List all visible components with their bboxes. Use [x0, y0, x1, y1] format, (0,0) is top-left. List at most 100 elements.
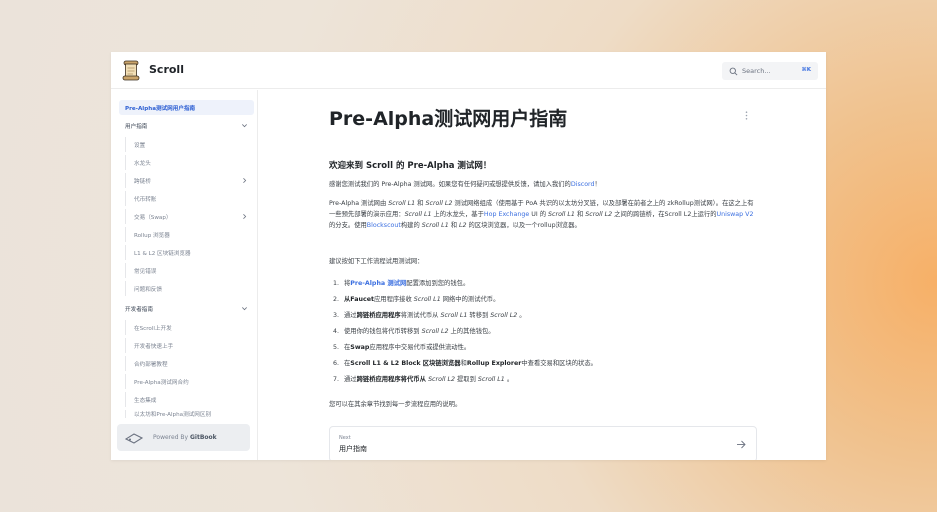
text: Scroll L1 & L2 Block 区块链浏览器: [350, 360, 461, 367]
search-shortcut: ⌘K: [801, 67, 811, 73]
text: 网络中的测试代币。: [440, 296, 500, 303]
chevron-right-icon[interactable]: [241, 177, 248, 184]
text: 应用程序中交易代币或提供流动性。: [369, 344, 471, 351]
list-item: 4. 使用你的钱包将代币转移到 Scroll L2 上的其他钱包。: [333, 326, 495, 335]
hop-exchange-link[interactable]: Hop Exchange: [484, 211, 529, 218]
sidebar-item-label: 合约部署教程: [134, 361, 168, 368]
text: 和: [448, 222, 460, 229]
sidebar-item-block-explorer[interactable]: L1 & L2 区块链浏览器: [125, 245, 254, 260]
sidebar-item-bridge[interactable]: 跨链桥: [125, 173, 254, 188]
text: Scroll L1: [548, 211, 575, 218]
sidebar-item-label: 以太坊和Pre-Alpha测试网区别: [134, 412, 212, 418]
sidebar-item-label: Rollup 浏览器: [134, 232, 170, 239]
text: 通过: [344, 376, 357, 383]
text: Scroll L1: [388, 200, 416, 207]
list-number: 5.: [333, 344, 340, 351]
text: Rollup Explorer: [466, 360, 522, 367]
scroll-logo-icon[interactable]: [122, 60, 140, 81]
discord-link[interactable]: Discord: [571, 181, 595, 188]
pre-alpha-testnet-link[interactable]: Pre-Alpha 测试网: [350, 280, 406, 287]
text: Pre-Alpha 测试网由: [329, 200, 389, 207]
intro-paragraph: 感谢您测试我们的 Pre-Alpha 测试网。如果您有任何疑问或想提供反馈，请加…: [329, 179, 755, 190]
more-options-icon[interactable]: [745, 111, 748, 120]
list-number: 4.: [333, 328, 340, 335]
list-item: 5. 在Swap应用程序中交易代币或提供流动性。: [333, 342, 470, 351]
text: 将测试代币从: [400, 312, 441, 319]
chevron-down-icon[interactable]: [241, 122, 248, 129]
text: Swap: [350, 344, 370, 351]
sidebar-item-rollup-explorer[interactable]: Rollup 浏览器: [125, 227, 254, 242]
sidebar-item-swap[interactable]: 交易（Swap）: [125, 209, 254, 224]
uniswap-link[interactable]: Uniswap V2: [717, 211, 754, 218]
next-label: Next: [339, 435, 351, 441]
sidebar-item-token-transfer[interactable]: 代币转账: [125, 191, 254, 206]
text: 通过: [344, 312, 357, 319]
main-content: Pre-Alpha测试网用户指南 欢迎来到 Scroll 的 Pre-Alpha…: [259, 90, 826, 460]
sidebar-item-feedback[interactable]: 问题和反馈: [125, 281, 254, 296]
text: L2: [459, 222, 467, 229]
text: 。: [504, 376, 514, 383]
text: Scroll L2: [428, 376, 455, 383]
outro-paragraph: 您可以在其余章节找到每一步流程应用的说明。: [329, 401, 462, 408]
sidebar-item-label: 用户指南: [125, 123, 148, 130]
chevron-right-icon[interactable]: [241, 213, 248, 220]
sidebar-item-label: 水龙头: [134, 160, 151, 167]
text: UI 的: [529, 211, 549, 218]
list-item: 7. 通过跨链桥应用程序将代币从 Scroll L2 提取到 Scroll L1 …: [333, 374, 513, 383]
text: 跨链桥应用程序将代币从: [356, 376, 429, 383]
sidebar-item-label: 常见错误: [134, 268, 157, 275]
gitbook-brand: GitBook: [190, 434, 217, 441]
sidebar-item-contracts[interactable]: Pre-Alpha测试网合约: [125, 374, 254, 389]
chevron-down-icon[interactable]: [241, 305, 248, 312]
gitbook-prefix: Powered By: [153, 434, 190, 441]
next-page-card[interactable]: Next 用户指南: [329, 426, 757, 460]
overview-paragraph: Pre-Alpha 测试网由 Scroll L1 和 Scroll L2 测试网…: [329, 198, 755, 231]
sidebar: Pre-Alpha测试网用户指南 用户指南 设置 水龙头 跨链桥 代币转账 交易…: [111, 90, 258, 460]
next-page-title: 用户指南: [339, 445, 367, 453]
sidebar-item-label: 生态集成: [134, 397, 157, 404]
brand-name[interactable]: Scroll: [149, 63, 184, 76]
sidebar-item-quickstart[interactable]: 开发者快速上手: [125, 338, 254, 353]
sidebar-item-label: Pre-Alpha测试网用户指南: [125, 105, 196, 112]
sidebar-item-differences[interactable]: 以太坊和Pre-Alpha测试网区别: [125, 410, 254, 418]
text: 使用你的钱包将代币转移到: [344, 328, 422, 335]
sidebar-item-label: 设置: [134, 142, 146, 149]
sidebar-item-label: 开发者快速上手: [134, 343, 174, 350]
text: 。: [517, 312, 526, 319]
search-placeholder: Search...: [742, 67, 771, 75]
sidebar-item-label: Pre-Alpha测试网合约: [134, 379, 189, 386]
sidebar-item-integrations[interactable]: 生态集成: [125, 392, 254, 407]
top-header: Scroll Search... ⌘K: [111, 52, 826, 89]
list-number: 1.: [333, 280, 340, 287]
sidebar-item-build-on-scroll[interactable]: 在Scroll上开发: [125, 320, 254, 335]
text: 和: [574, 211, 586, 218]
text: 的分支。使用: [329, 222, 367, 229]
page-title: Pre-Alpha测试网用户指南: [329, 108, 568, 130]
sidebar-item-setup[interactable]: 设置: [125, 137, 254, 152]
list-number: 7.: [333, 376, 340, 383]
sidebar-item-pre-alpha-guide[interactable]: Pre-Alpha测试网用户指南: [119, 100, 254, 115]
text: 的区块浏览器，以及一个rollup浏览器。: [466, 222, 581, 229]
text: Scroll L2: [490, 312, 518, 319]
sidebar-item-common-errors[interactable]: 常见错误: [125, 263, 254, 278]
text: 和: [415, 200, 426, 207]
browser-window: Scroll Search... ⌘K Pre-Alpha测试网用户指南 用户指…: [111, 52, 826, 460]
sidebar-item-developer-guide[interactable]: 开发者指南: [119, 301, 254, 316]
text: 转移到: [467, 312, 491, 319]
blockscout-link[interactable]: Blockscout: [367, 222, 401, 229]
gitbook-icon: [125, 432, 143, 444]
search-box[interactable]: Search... ⌘K: [722, 62, 818, 80]
text: Scroll L1: [421, 222, 449, 229]
text: Scroll L1: [404, 211, 432, 218]
text: 应用程序接收: [373, 296, 414, 303]
powered-by-gitbook[interactable]: Powered By GitBook: [117, 424, 250, 451]
intro-text: 感谢您测试我们的 Pre-Alpha 测试网。如果您有任何疑问或想提供反馈，请加…: [329, 181, 571, 188]
sidebar-item-contract-tutorial[interactable]: 合约部署教程: [125, 356, 254, 371]
sidebar-item-faucet[interactable]: 水龙头: [125, 155, 254, 170]
workflow-intro: 建议按如下工作流程试用测试网：: [329, 258, 424, 265]
list-item: 6. 在Scroll L1 & L2 Block 区块链浏览器和Rollup Ex…: [333, 358, 597, 367]
text: Scroll L1: [413, 296, 441, 303]
text: Scroll L2: [425, 200, 453, 207]
text: 提取到: [454, 376, 478, 383]
sidebar-item-user-guide[interactable]: 用户指南: [119, 118, 254, 133]
